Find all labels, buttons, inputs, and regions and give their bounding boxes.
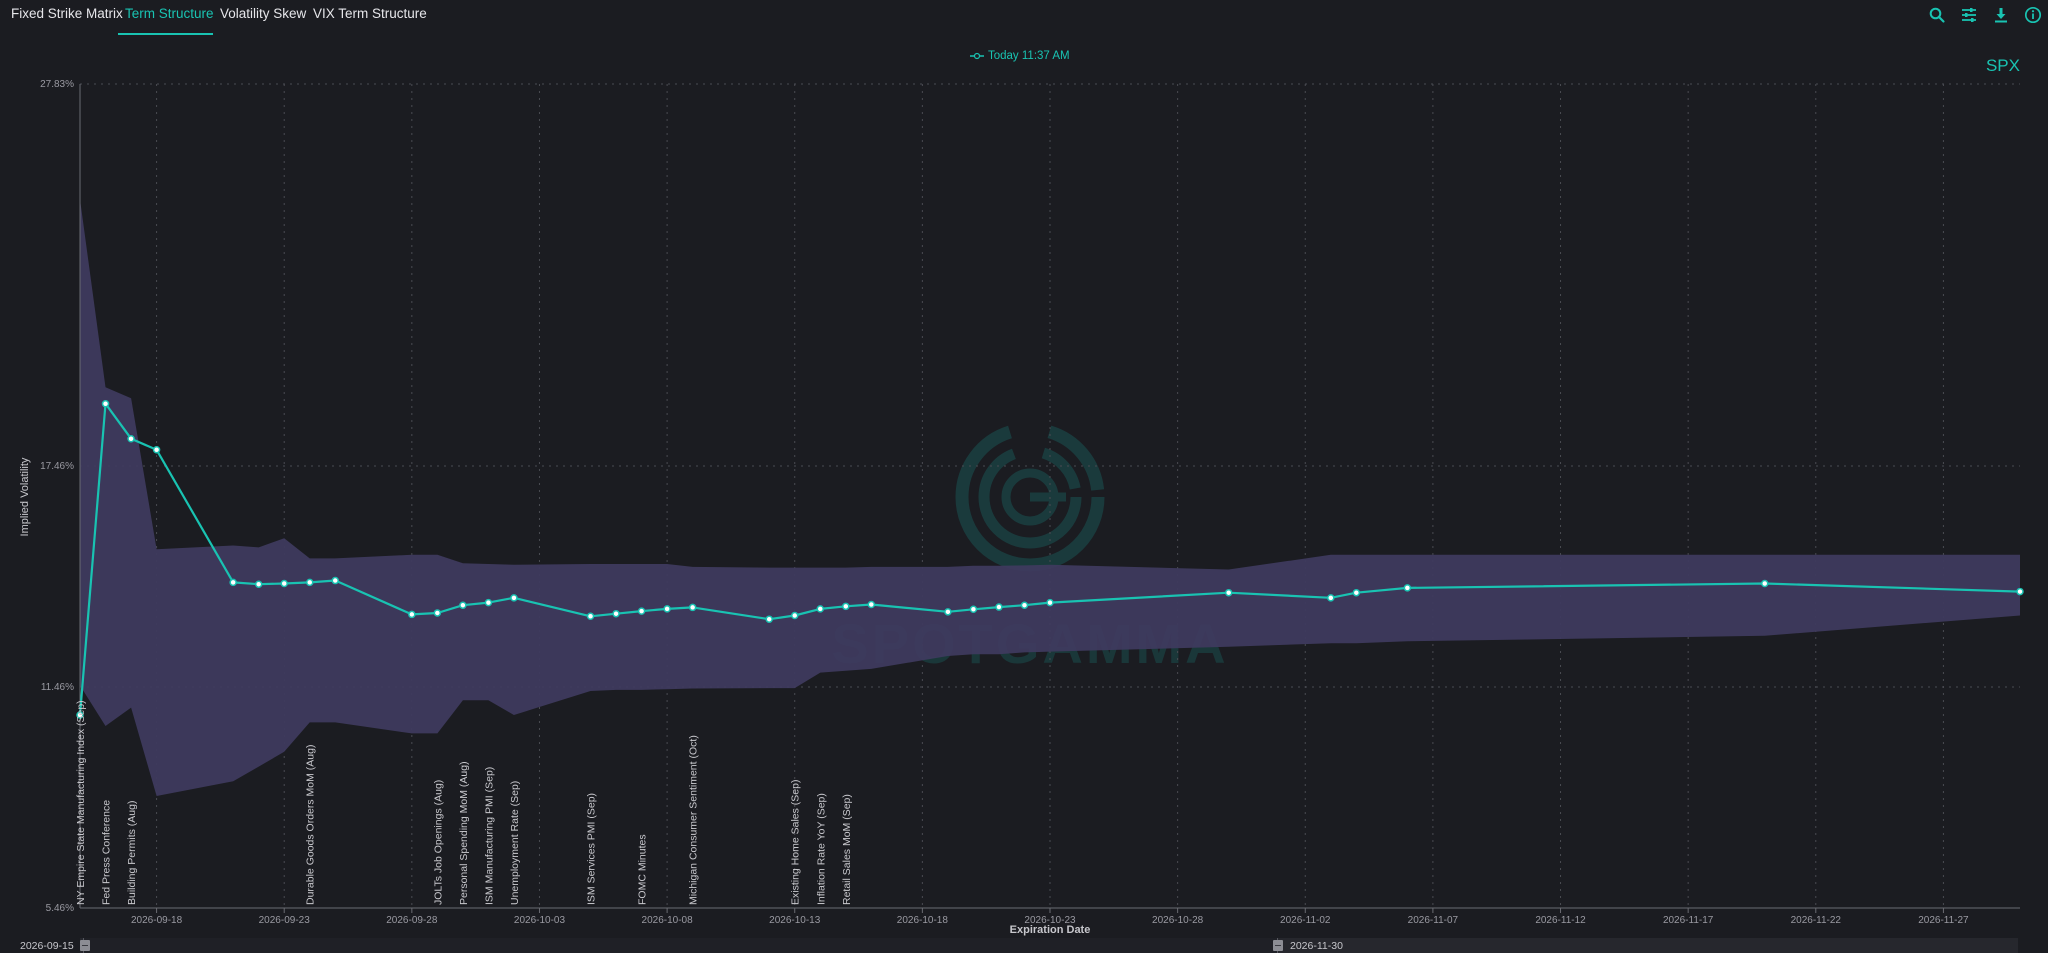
event-label: ISM Services PMI (Sep) (586, 793, 598, 905)
sliders-icon[interactable] (1960, 6, 1978, 24)
y-tick-label: 11.46% (41, 682, 74, 693)
data-point (331, 576, 340, 585)
data-point (995, 603, 1003, 611)
y-tick-label: 5.46% (46, 903, 74, 914)
data-point (944, 608, 952, 616)
range-start-handle[interactable] (80, 940, 90, 951)
event-label: ISM Manufacturing PMI (Sep) (483, 767, 495, 905)
top-bar: Fixed Strike Matrix Term Structure Volat… (0, 0, 2048, 36)
event-label: JOLTs Job Openings (Aug) (432, 780, 444, 905)
data-point (790, 611, 799, 620)
range-end-handle[interactable] (1273, 940, 1283, 951)
event-label: Inflation Rate YoY (Sep) (815, 793, 827, 905)
data-point (1403, 584, 1412, 592)
x-tick-label: 2026-10-08 (642, 915, 694, 926)
x-tick-label: 2026-09-28 (386, 915, 438, 926)
data-point (459, 601, 467, 609)
data-point (765, 615, 773, 623)
x-tick-label: 2026-11-22 (1791, 915, 1842, 926)
y-tick-labels: 27.83% 17.46% 11.46% 5.46% (40, 79, 74, 914)
event-label: Durable Goods Orders MoM (Aug) (305, 745, 317, 905)
event-label: NY Empire State Manufacturing Index (Sep… (75, 700, 87, 905)
data-point (408, 610, 416, 619)
y-tick-label: 17.46% (40, 461, 74, 472)
range-start-label: 2026-09-15 (20, 940, 74, 952)
event-label: FOMC Minutes (637, 834, 649, 905)
event-label: Existing Home Sales (Sep) (790, 780, 802, 905)
x-tick-label: 2026-11-07 (1408, 915, 1459, 926)
term-structure-chart: SPOTGAMMA NY Empire State Manufacturing … (19, 79, 2024, 936)
range-selection-window[interactable] (83, 938, 1278, 953)
x-tick-label: 2026-11-02 (1280, 915, 1331, 926)
data-point (229, 578, 237, 587)
download-icon[interactable] (1992, 6, 2010, 24)
x-tick-label: 2026-10-18 (897, 915, 949, 926)
x-tick-label: 2026-11-27 (1918, 915, 1969, 926)
x-tick-label: 2026-10-03 (514, 915, 566, 926)
x-tick-label: 2026-09-18 (131, 915, 183, 926)
data-point (101, 399, 110, 408)
event-label: Retail Sales MoM (Sep) (841, 794, 853, 905)
data-point (612, 609, 620, 618)
event-label: Fed Press Conference (101, 800, 113, 905)
data-point (254, 580, 263, 588)
x-axis-title: Expiration Date (1010, 924, 1091, 936)
data-point (152, 446, 161, 454)
event-label: Unemployment Rate (Sep) (509, 781, 521, 905)
x-tick-label: 2026-11-12 (1535, 915, 1586, 926)
data-point (127, 434, 135, 443)
data-point (688, 603, 697, 612)
event-label: Michigan Consumer Sentiment (Oct) (688, 735, 700, 905)
data-point (1020, 601, 1029, 609)
y-axis-title: Implied Volatility (19, 457, 31, 536)
toolbar (1928, 4, 2042, 26)
data-point (2016, 587, 2024, 596)
data-point (280, 579, 288, 588)
data-point (1352, 588, 1361, 597)
data-point (1760, 579, 1769, 588)
range-end-label: 2026-11-30 (1290, 940, 1343, 952)
event-label: Building Permits (Aug) (126, 801, 138, 905)
search-icon[interactable] (1928, 6, 1946, 24)
data-point (305, 578, 314, 587)
data-point (816, 605, 825, 613)
x-tick-label: 2026-09-23 (259, 915, 311, 926)
data-point (842, 602, 850, 611)
data-point (637, 607, 646, 615)
data-point (969, 605, 978, 614)
tab-fixed-strike-matrix[interactable]: Fixed Strike Matrix (11, 6, 123, 28)
event-label: Personal Spending MoM (Aug) (458, 761, 470, 905)
tab-term-structure[interactable]: Term Structure (125, 6, 214, 28)
data-point (484, 598, 493, 607)
data-point (433, 609, 442, 617)
data-point (586, 612, 595, 621)
data-point (663, 605, 671, 613)
x-tick-label: 2026-10-13 (769, 915, 821, 926)
data-point (510, 594, 518, 602)
tab-vix-term-structure[interactable]: VIX Term Structure (313, 6, 427, 28)
data-point (1224, 588, 1233, 597)
data-point (867, 600, 876, 609)
data-point (1327, 594, 1335, 602)
x-tick-label: 2026-10-28 (1152, 915, 1204, 926)
tab-volatility-skew[interactable]: Volatility Skew (220, 6, 306, 28)
info-icon[interactable] (2024, 6, 2042, 24)
x-tick-label: 2026-11-17 (1663, 915, 1714, 926)
y-tick-label: 27.83% (40, 79, 74, 90)
data-point (1046, 598, 1054, 607)
active-tab-indicator (118, 33, 213, 35)
